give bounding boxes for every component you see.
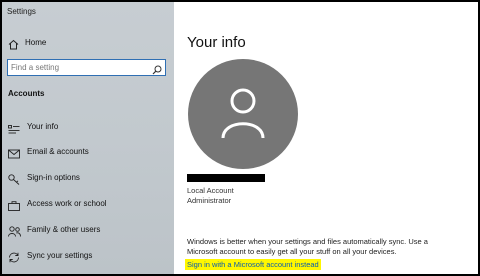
main-content: Your info Local Account Administrator Wi…: [174, 2, 478, 274]
sidebar-item-sign-in-options[interactable]: Sign-in options: [2, 169, 174, 187]
home-label: Home: [25, 38, 47, 47]
sign-in-microsoft-link[interactable]: Sign in with a Microsoft account instead: [185, 259, 321, 270]
app-title: Settings: [7, 7, 36, 16]
sidebar-item-sync-settings[interactable]: Sync your settings: [2, 247, 174, 265]
sidebar-item-label: Family & other users: [27, 225, 101, 234]
avatar: [188, 59, 298, 169]
search-box[interactable]: [7, 59, 166, 76]
sidebar-item-your-info[interactable]: Your info: [2, 118, 174, 136]
search-input[interactable]: [11, 61, 141, 74]
sync-description: Windows is better when your settings and…: [187, 237, 428, 256]
sidebar-item-label: Sync your settings: [27, 251, 93, 260]
settings-window: Settings Home Accounts: [2, 2, 478, 274]
sidebar-item-label: Sign-in options: [27, 173, 80, 182]
user-icon: [221, 88, 265, 139]
email-icon: [8, 146, 20, 164]
account-type: Local Account: [187, 186, 234, 195]
search-icon[interactable]: [152, 62, 162, 80]
sidebar-item-label: Your info: [27, 122, 59, 131]
sidebar-item-label: Email & accounts: [27, 147, 89, 156]
sync-icon: [8, 250, 20, 268]
sidebar-item-email-accounts[interactable]: Email & accounts: [2, 143, 174, 161]
redacted-username: [187, 174, 265, 182]
home-icon: [8, 37, 19, 55]
sidebar-item-family-users[interactable]: Family & other users: [2, 221, 174, 239]
page-title: Your info: [187, 34, 246, 51]
sidebar-item-label: Access work or school: [27, 199, 107, 208]
sidebar: Settings Home Accounts: [2, 2, 174, 274]
sidebar-item-access-work-school[interactable]: Access work or school: [2, 195, 174, 213]
people-icon: [8, 224, 21, 242]
briefcase-icon: [8, 198, 20, 216]
nav-home[interactable]: Home: [2, 36, 174, 52]
your-info-icon: [8, 121, 20, 139]
account-role: Administrator: [187, 196, 232, 205]
key-icon: [8, 172, 20, 190]
section-header-accounts: Accounts: [8, 89, 45, 98]
